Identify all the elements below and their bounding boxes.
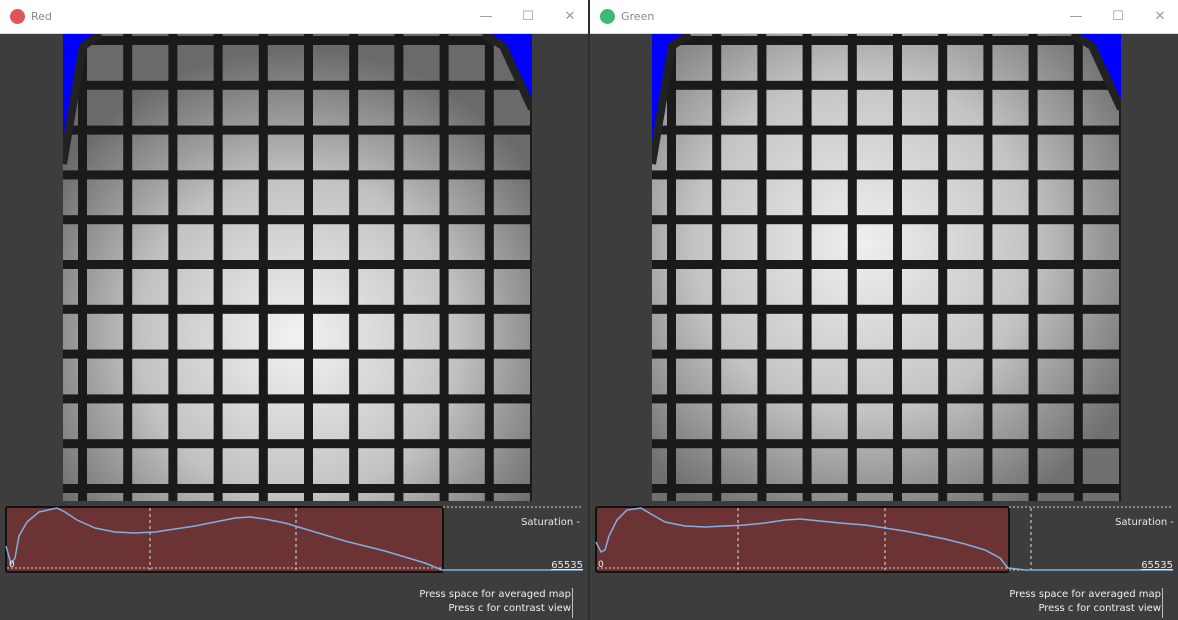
green-hist-max-label: 65535: [1141, 560, 1173, 571]
green-grid-hbar: [652, 304, 1121, 314]
red-grid-hbar: [63, 484, 532, 493]
green-hint-contrast: Press c for contrast view: [1038, 603, 1161, 614]
red-window-title: Red: [31, 10, 52, 23]
green-grid-hbar: [652, 125, 1121, 135]
green-grid-hbar: [652, 349, 1121, 359]
red-app-icon: [10, 9, 25, 24]
green-histogram[interactable]: [595, 506, 1173, 573]
close-icon[interactable]: ✕: [556, 7, 584, 27]
minimize-icon[interactable]: —: [1062, 7, 1090, 27]
red-channel-image[interactable]: [63, 34, 532, 501]
green-grid-hbar: [652, 260, 1121, 269]
red-grid-hbar: [63, 80, 532, 90]
red-grid-hbar: [63, 260, 532, 269]
red-histogram[interactable]: [5, 506, 583, 573]
green-grid-hbar: [652, 80, 1121, 90]
minimize-icon[interactable]: —: [472, 7, 500, 27]
close-icon[interactable]: ✕: [1146, 7, 1174, 27]
red-saturation-label: Saturation -: [521, 517, 580, 528]
green-app-icon: [600, 9, 615, 24]
red-grid-hbar: [63, 170, 532, 180]
green-title-bar[interactable]: Green — ☐ ✕: [590, 0, 1178, 34]
green-grid-hbar: [652, 170, 1121, 180]
red-grid-hbar: [63, 36, 532, 45]
red-grid-hbar: [63, 439, 532, 449]
green-grid-hbar: [652, 36, 1121, 45]
green-grid-hbar: [652, 439, 1121, 449]
green-hist-min-label: 0: [598, 560, 604, 570]
red-hint-divider: [572, 588, 573, 618]
green-hint-average: Press space for averaged map: [1009, 589, 1161, 600]
maximize-icon[interactable]: ☐: [514, 7, 542, 27]
red-grid-hbar: [63, 394, 532, 404]
green-grid-hbar: [652, 484, 1121, 493]
red-grid-hbar: [63, 215, 532, 225]
red-hist-min-label: 0: [9, 560, 15, 570]
green-channel-image[interactable]: [652, 34, 1121, 501]
green-grid-hbar: [652, 215, 1121, 225]
green-window: Green — ☐ ✕ 0 Saturation - 65535 Press s…: [590, 0, 1178, 620]
green-hint-divider: [1162, 588, 1163, 618]
green-saturation-label: Saturation -: [1115, 517, 1174, 528]
red-grid-hbar: [63, 125, 532, 135]
maximize-icon[interactable]: ☐: [1104, 7, 1132, 27]
red-window: Red — ☐ ✕ 0 Saturation - 65535 Press spa…: [0, 0, 590, 620]
red-title-bar[interactable]: Red — ☐ ✕: [0, 0, 588, 34]
red-hist-max-label: 65535: [551, 560, 583, 571]
red-hint-contrast: Press c for contrast view: [448, 603, 571, 614]
red-grid-hbar: [63, 349, 532, 359]
green-grid-hbar: [652, 394, 1121, 404]
red-grid-hbar: [63, 304, 532, 314]
green-window-title: Green: [621, 10, 655, 23]
red-hint-average: Press space for averaged map: [419, 589, 571, 600]
